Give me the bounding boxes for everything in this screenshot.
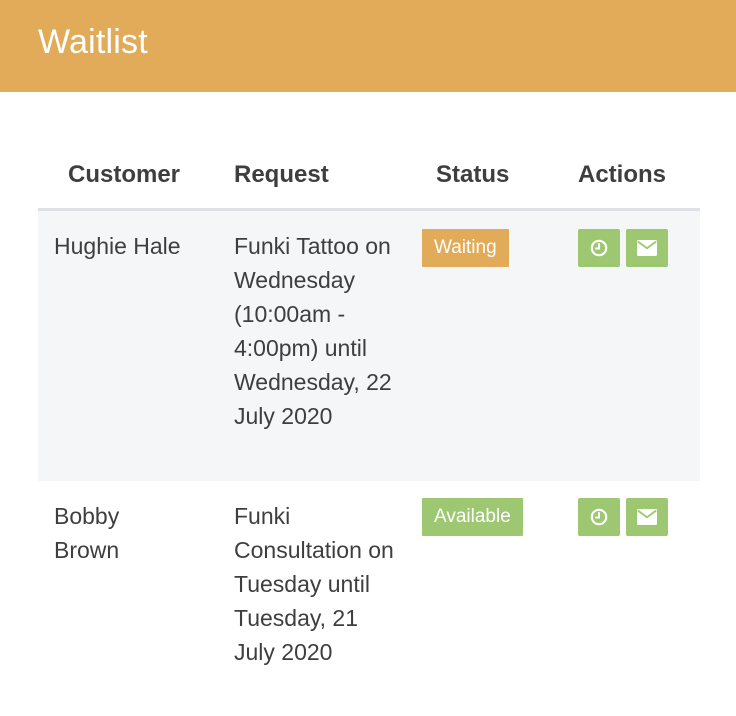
table-row: Bobby Brown Funki Consultation on Tuesda…	[38, 481, 700, 681]
request-details: Funki Tattoo on Wednesday (10:00am - 4:0…	[234, 233, 392, 429]
waitlist-time-button[interactable]	[578, 498, 620, 536]
send-email-button[interactable]	[626, 498, 668, 536]
waitlist-time-button[interactable]	[578, 229, 620, 267]
status-badge: Waiting	[422, 229, 509, 267]
envelope-icon	[637, 509, 657, 525]
customer-name: Hughie Hale	[54, 233, 181, 259]
column-header-actions: Actions	[578, 161, 667, 188]
table-header: Customer Request Status Actions	[38, 148, 700, 211]
request-details: Funki Consultation on Tuesday until Tues…	[234, 503, 394, 665]
envelope-icon	[637, 240, 657, 256]
clock-icon	[590, 239, 608, 257]
table-row: Hughie Hale Funki Tattoo on Wednesday (1…	[38, 211, 700, 481]
column-header-customer: Customer	[68, 161, 181, 188]
send-email-button[interactable]	[626, 229, 668, 267]
customer-name: Bobby Brown	[54, 503, 120, 563]
page-title: Waitlist	[38, 23, 148, 61]
status-badge: Available	[422, 498, 523, 536]
column-header-status: Status	[436, 161, 510, 188]
page-header: Waitlist	[0, 0, 736, 92]
waitlist-table: Customer Request Status Actions Hughie H…	[38, 148, 700, 681]
column-header-request: Request	[234, 161, 329, 188]
clock-icon	[590, 508, 608, 526]
